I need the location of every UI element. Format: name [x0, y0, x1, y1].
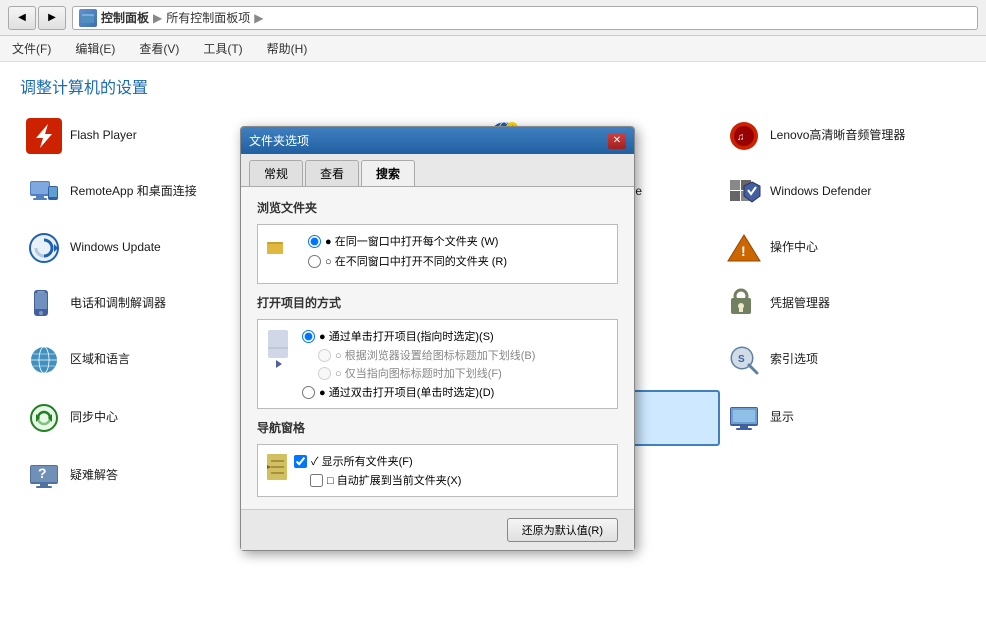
remoteapp-label: RemoteApp 和桌面连接 — [70, 184, 197, 200]
radio-single-click[interactable]: ● 通过单击打开项目(指向时选定)(S) — [302, 328, 609, 344]
checkbox-expand-current[interactable]: □ 自动扩展到当前文件夹(X) — [310, 472, 461, 488]
dialog-body: 浏览文件夹 ● 在同一窗口中打开每个文件夹 (W) ○ — [241, 187, 634, 509]
dialog-tabs: 常规 查看 搜索 — [241, 154, 634, 187]
control-phone[interactable]: 电话和调制解调器 — [20, 278, 250, 330]
control-action[interactable]: ! 操作中心 — [720, 222, 986, 274]
checkbox-show-all[interactable]: ✓ 显示所有文件夹(F) — [294, 453, 461, 469]
control-sync[interactable]: 同步中心 — [20, 390, 250, 446]
back-button[interactable]: ◀ — [8, 6, 36, 30]
breadcrumb-separator: ▶ — [153, 11, 162, 25]
checkbox-expand-current-label: □ 自动扩展到当前文件夹(X) — [327, 472, 461, 488]
menu-view[interactable]: 查看(V) — [135, 38, 183, 59]
display-label: 显示 — [770, 410, 794, 426]
dialog-close-button[interactable]: ✕ — [608, 133, 626, 149]
winupdate-label: Windows Update — [70, 240, 161, 256]
dialog-section3-title: 导航窗格 — [257, 419, 618, 436]
phone-icon — [26, 286, 62, 322]
address-bar: ◀ ▶ 控制面板 ▶ 所有控制面板项 ▶ — [0, 0, 986, 36]
troubleshoot-icon: ? — [26, 458, 62, 494]
lenovo-label: Lenovo高清晰音频管理器 — [770, 128, 905, 144]
page-title: 调整计算机的设置 — [20, 80, 148, 97]
troubleshoot-label: 疑难解答 — [70, 468, 118, 484]
menu-file[interactable]: 文件(F) — [8, 38, 55, 59]
region-icon — [26, 342, 62, 378]
control-troubleshoot[interactable]: ? 疑难解答 — [20, 450, 250, 502]
svg-text:♫: ♫ — [737, 132, 745, 143]
browse-radio-group: ● 在同一窗口中打开每个文件夹 (W) ○ 在不同窗口中打开不同的文件夹 (R) — [308, 233, 507, 269]
dialog-section2-title: 打开项目的方式 — [257, 294, 618, 311]
control-flash-player[interactable]: Flash Player — [20, 110, 250, 162]
breadcrumb-controlpanel[interactable]: 控制面板 — [101, 9, 149, 26]
control-region[interactable]: 区域和语言 — [20, 334, 250, 386]
defender-icon — [726, 174, 762, 210]
radio-underline-hover[interactable]: ○ 仅当指向图标标题时加下划线(F) — [318, 365, 609, 381]
folder-options-dialog: 文件夹选项 ✕ 常规 查看 搜索 浏览文件夹 ● 在同一窗口中打开 — [240, 126, 635, 551]
lenovo-icon: ♫ — [726, 118, 762, 154]
menu-help[interactable]: 帮助(H) — [263, 38, 312, 59]
dialog-tab-view[interactable]: 查看 — [305, 160, 359, 186]
dialog-title: 文件夹选项 — [249, 132, 309, 149]
sync-label: 同步中心 — [70, 410, 118, 426]
nav-tree-icon — [266, 453, 288, 481]
action-label: 操作中心 — [770, 240, 818, 256]
control-defender[interactable]: Windows Defender — [720, 166, 986, 218]
phone-label: 电话和调制解调器 — [70, 296, 166, 312]
forward-button[interactable]: ▶ — [38, 6, 66, 30]
menu-tools[interactable]: 工具(T) — [199, 38, 246, 59]
restore-defaults-button[interactable]: 还原为默认值(R) — [507, 518, 618, 542]
dialog-footer: 还原为默认值(R) — [241, 509, 634, 550]
control-display[interactable]: 显示 — [720, 390, 986, 446]
svg-text:S: S — [738, 354, 745, 365]
dialog-tab-search[interactable]: 搜索 — [361, 160, 415, 186]
radio-same-window-input[interactable] — [308, 235, 321, 248]
indexing-label: 索引选项 — [770, 352, 818, 368]
click-icon — [266, 328, 294, 368]
action-icon: ! — [726, 230, 762, 266]
winupdate-icon — [26, 230, 62, 266]
radio-double-click-label: ● 通过双击打开项目(单击时选定)(D) — [319, 384, 494, 400]
menu-bar: 文件(F) 编辑(E) 查看(V) 工具(T) 帮助(H) — [0, 36, 986, 62]
dialog-section1-title: 浏览文件夹 — [257, 199, 618, 216]
dialog-titlebar: 文件夹选项 ✕ — [241, 127, 634, 154]
menu-edit[interactable]: 编辑(E) — [71, 38, 119, 59]
control-panel-grid: Flash Player iCloud ★ I — [0, 106, 986, 506]
radio-underline-browser-label: ○ 根据浏览器设置给图标标题加下划线(B) — [335, 347, 535, 363]
credential-label: 凭据管理器 — [770, 296, 830, 312]
breadcrumb-bar: 控制面板 ▶ 所有控制面板项 ▶ — [72, 6, 978, 30]
checkbox-show-all-label: ✓ 显示所有文件夹(F) — [311, 453, 413, 469]
flash-player-icon — [26, 118, 62, 154]
radio-diff-window-input[interactable] — [308, 255, 321, 268]
folder-browse-icon — [266, 237, 294, 265]
nav-buttons: ◀ ▶ — [8, 6, 66, 30]
radio-underline-hover-label: ○ 仅当指向图标标题时加下划线(F) — [335, 365, 502, 381]
page-title-bar: 调整计算机的设置 — [0, 62, 986, 106]
control-lenovo[interactable]: ♫ Lenovo高清晰音频管理器 — [720, 110, 986, 162]
display-icon — [726, 400, 762, 436]
radio-diff-window[interactable]: ○ 在不同窗口中打开不同的文件夹 (R) — [308, 253, 507, 269]
control-winupdate[interactable]: Windows Update — [20, 222, 250, 274]
defender-label: Windows Defender — [770, 184, 871, 200]
radio-underline-browser[interactable]: ○ 根据浏览器设置给图标标题加下划线(B) — [318, 347, 609, 363]
control-indexing[interactable]: S 索引选项 — [720, 334, 986, 386]
remoteapp-icon — [26, 174, 62, 210]
breadcrumb-folder-icon — [79, 9, 97, 27]
flash-player-label: Flash Player — [70, 128, 137, 144]
radio-diff-window-label: ○ 在不同窗口中打开不同的文件夹 (R) — [325, 253, 507, 269]
indexing-icon: S — [726, 342, 762, 378]
sync-icon — [26, 400, 62, 436]
dialog-tab-general[interactable]: 常规 — [249, 160, 303, 186]
svg-text:!: ! — [741, 243, 746, 259]
region-label: 区域和语言 — [70, 352, 130, 368]
control-credential[interactable]: 凭据管理器 — [720, 278, 986, 330]
breadcrumb-separator2: ▶ — [254, 11, 263, 25]
control-remoteapp[interactable]: RemoteApp 和桌面连接 — [20, 166, 250, 218]
svg-text:?: ? — [38, 465, 47, 481]
radio-same-window[interactable]: ● 在同一窗口中打开每个文件夹 (W) — [308, 233, 507, 249]
radio-single-click-label: ● 通过单击打开项目(指向时选定)(S) — [319, 328, 494, 344]
radio-double-click[interactable]: ● 通过双击打开项目(单击时选定)(D) — [302, 384, 609, 400]
radio-same-window-label: ● 在同一窗口中打开每个文件夹 (W) — [325, 233, 498, 249]
breadcrumb-allitems[interactable]: 所有控制面板项 — [166, 9, 250, 26]
credential-icon — [726, 286, 762, 322]
